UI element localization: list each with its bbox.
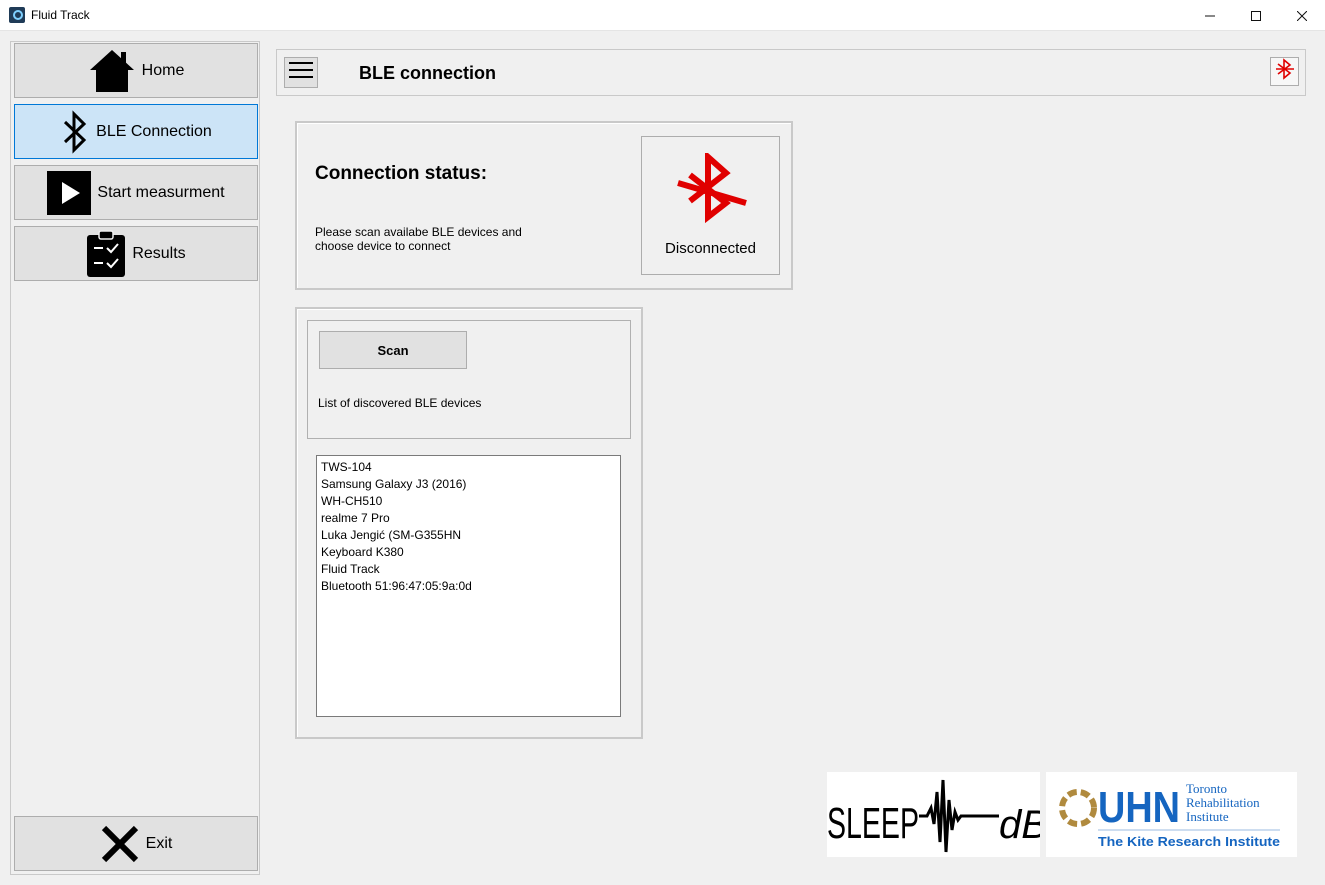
hamburger-menu-icon [289,61,313,84]
sidebar-item-label: Start measurment [97,183,225,201]
play-icon [47,170,92,215]
sleep-logo-text: SLEEP [827,799,919,848]
bluetooth-icon [60,109,90,155]
sidebar-item-label: Results [132,244,186,262]
sidebar: Home BLE Connection Start measurment Res… [10,41,260,875]
sidebar-item-home[interactable]: Home [14,43,258,98]
close-x-icon [100,824,140,864]
close-window-button[interactable] [1279,0,1325,31]
sidebar-item-label: Home [141,61,185,79]
list-item[interactable]: Keyboard K380 [321,544,616,561]
sidebar-item-label: BLE Connection [96,122,212,140]
uhn-tagline: The Kite Research Institute [1098,834,1280,849]
connection-status-panel: Connection status: Please scan availabe … [295,121,793,290]
app-icon [9,7,25,23]
sidebar-item-ble-connection[interactable]: BLE Connection [14,104,258,159]
sidebar-item-results[interactable]: Results [14,226,258,281]
connection-status-description: Please scan availabe BLE devices and cho… [315,225,522,253]
list-item[interactable]: Luka Jengić (SM-G355HN [321,527,616,544]
menu-button[interactable] [284,57,318,88]
sidebar-item-start-measurement[interactable]: Start measurment [14,165,258,220]
connection-status-title: Connection status: [315,163,488,184]
bluetooth-disconnected-icon [1275,58,1295,85]
home-icon [88,48,136,94]
clipboard-check-icon [86,229,126,278]
sleep-db-logo: SLEEP dB [827,772,1048,857]
window-titlebar: Fluid Track [0,0,1325,31]
uhn-line1: Toronto [1186,781,1227,796]
minimize-button[interactable] [1187,0,1233,31]
window-title: Fluid Track [31,8,90,22]
page-title: BLE connection [359,63,497,83]
scan-controls: Scan List of discovered BLE devices [307,320,631,439]
connection-status-indicator: Disconnected [641,136,780,275]
bluetooth-disconnected-icon [676,152,748,224]
device-list[interactable]: TWS-104 Samsung Galaxy J3 (2016) WH-CH51… [316,455,621,717]
list-item[interactable]: Samsung Galaxy J3 (2016) [321,476,616,493]
list-item[interactable]: WH-CH510 [321,493,616,510]
exit-label: Exit [145,834,173,852]
maximize-icon [1251,10,1261,21]
scan-button[interactable]: Scan [319,331,467,369]
db-logo-text: dB [999,803,1040,847]
list-item[interactable]: realme 7 Pro [321,510,616,527]
uhn-mark: UHN [1098,783,1180,832]
uhn-emblem-icon [1059,789,1097,827]
uhn-line3: Institute [1186,809,1229,824]
scan-panel: Scan List of discovered BLE devices TWS-… [295,307,643,739]
close-icon [1297,10,1307,21]
list-item[interactable]: Fluid Track [321,561,616,578]
uhn-logo: UHN Toronto Rehabilitation Institute The… [1046,772,1297,857]
bluetooth-status-button[interactable] [1270,57,1299,86]
list-item[interactable]: Bluetooth 51:96:47:05:9a:0d [321,578,616,595]
connection-state-label: Disconnected [665,240,756,257]
device-list-label: List of discovered BLE devices [318,396,482,410]
uhn-line2: Rehabilitation [1186,795,1260,810]
list-item[interactable]: TWS-104 [321,459,616,476]
maximize-button[interactable] [1233,0,1279,31]
page-header: BLE connection [276,49,1306,96]
minimize-icon [1205,15,1215,16]
exit-button[interactable]: Exit [14,816,258,871]
